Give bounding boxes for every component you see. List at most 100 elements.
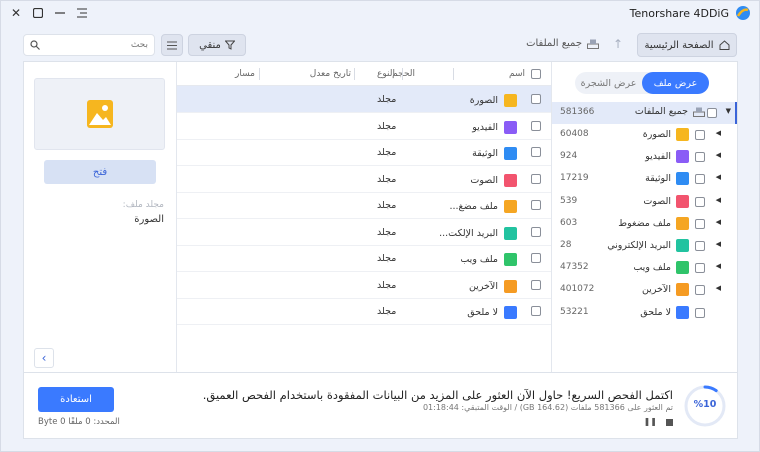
header-path[interactable]: مسار bbox=[235, 69, 255, 79]
row-name: الصورة bbox=[470, 94, 517, 107]
tree-node[interactable]: 17219 الوثيقة ◀ bbox=[552, 168, 737, 190]
stop-icon[interactable] bbox=[666, 419, 673, 426]
header-name[interactable]: اسم bbox=[509, 69, 525, 79]
expand-arrow-icon[interactable]: ◀ bbox=[716, 218, 721, 226]
others-icon bbox=[504, 279, 517, 293]
search-box[interactable] bbox=[23, 34, 155, 56]
tree-node-checkbox[interactable] bbox=[695, 307, 705, 318]
filter-label: منقي bbox=[199, 39, 221, 51]
row-checkbox[interactable] bbox=[531, 279, 541, 290]
tree-node-checkbox[interactable] bbox=[695, 218, 705, 229]
table-row[interactable]: البريد الإلكت... مجلد bbox=[177, 219, 551, 246]
table-row[interactable]: ملف ويب مجلد bbox=[177, 245, 551, 272]
toolbar: منقي جميع الملفات ↑ الصفحة الرئيسية bbox=[1, 33, 759, 59]
breadcrumb[interactable]: جميع الملفات bbox=[526, 38, 599, 49]
tree-node[interactable]: 28 البريد الإلكتروني ◀ bbox=[552, 235, 737, 257]
menu-icon[interactable] bbox=[73, 4, 91, 22]
list-view-button[interactable] bbox=[161, 34, 183, 56]
row-name-label: الفيديو bbox=[472, 121, 498, 133]
recover-button[interactable]: استعادة bbox=[38, 387, 114, 412]
expand-arrow-icon[interactable]: ◀ bbox=[716, 262, 721, 270]
row-checkbox[interactable] bbox=[531, 173, 541, 184]
selected-info: المحدد: 0 ملفًا 0 Byte bbox=[38, 417, 120, 427]
search-input[interactable] bbox=[48, 40, 148, 50]
tab-tree-view[interactable]: عرض الشجرة bbox=[575, 72, 642, 94]
tree-node-label: البريد الإلكتروني bbox=[607, 239, 689, 252]
view-toggle: عرض الشجرة عرض ملف bbox=[575, 72, 709, 94]
maximize-icon[interactable] bbox=[29, 4, 47, 22]
tree-node-checkbox[interactable] bbox=[695, 241, 705, 251]
row-checkbox[interactable] bbox=[531, 200, 541, 210]
table-row[interactable]: ملف مضغ... مجلد bbox=[177, 192, 551, 219]
filter-button[interactable]: منقي bbox=[188, 34, 246, 56]
expand-arrow-icon[interactable]: ◀ bbox=[716, 240, 721, 248]
tree-node[interactable]: 53221 لا ملحق bbox=[552, 302, 737, 324]
table-row[interactable]: الآخرين مجلد bbox=[177, 272, 551, 299]
brand: Tenorshare 4DDiG bbox=[630, 5, 751, 21]
table-row[interactable]: لا ملحق مجلد bbox=[177, 298, 551, 325]
tree-node-checkbox[interactable] bbox=[695, 130, 705, 140]
table-row[interactable]: الصورة مجلد bbox=[177, 86, 551, 113]
collapse-preview-button[interactable]: ‹ bbox=[34, 348, 54, 368]
tree-node[interactable]: 924 الفيديو ◀ bbox=[552, 146, 737, 168]
expand-arrow-icon[interactable]: ◀ bbox=[716, 173, 721, 181]
table-row[interactable]: الوثيقة مجلد bbox=[177, 139, 551, 166]
tree-node-checkbox[interactable] bbox=[695, 152, 705, 163]
header-divider[interactable] bbox=[259, 68, 260, 80]
folder-meta-label: مجلد ملف: bbox=[122, 200, 164, 210]
expand-arrow-icon[interactable]: ◀ bbox=[716, 284, 721, 292]
row-checkbox[interactable] bbox=[531, 253, 541, 263]
home-button[interactable]: الصفحة الرئيسية bbox=[637, 33, 737, 57]
tree-node[interactable]: 401072 الآخرين ◀ bbox=[552, 279, 737, 301]
video-icon bbox=[504, 120, 517, 134]
row-checkbox[interactable] bbox=[531, 226, 541, 237]
tree-pane: عرض الشجرة عرض ملف 581366 جميع الملفات ▼… bbox=[552, 62, 737, 372]
up-arrow-icon[interactable]: ↑ bbox=[613, 37, 623, 51]
select-all-checkbox[interactable] bbox=[531, 69, 541, 79]
tree-node-count: 581366 bbox=[560, 107, 595, 117]
table-row[interactable]: الصوت مجلد bbox=[177, 166, 551, 193]
header-divider[interactable] bbox=[354, 68, 355, 80]
tree-node-all-files[interactable]: 581366 جميع الملفات ▼ bbox=[552, 102, 737, 124]
row-checkbox[interactable] bbox=[531, 306, 541, 316]
tree-node-count: 539 bbox=[560, 195, 578, 206]
row-checkbox[interactable] bbox=[531, 94, 541, 104]
row-name: الآخرين bbox=[469, 279, 517, 293]
header-type[interactable]: النوع bbox=[377, 69, 395, 79]
header-divider[interactable] bbox=[453, 68, 454, 80]
expand-arrow-icon[interactable]: ◀ bbox=[716, 196, 721, 204]
close-icon[interactable]: ✕ bbox=[7, 4, 25, 22]
image-icon bbox=[86, 100, 113, 128]
row-type: مجلد bbox=[377, 200, 397, 211]
image-icon bbox=[676, 128, 689, 141]
expand-arrow-icon[interactable]: ◀ bbox=[716, 129, 721, 137]
tree-node[interactable]: 603 ملف مضغوط ◀ bbox=[552, 213, 737, 235]
expand-arrow-icon[interactable]: ▼ bbox=[726, 107, 731, 115]
tree-node-checkbox[interactable] bbox=[695, 285, 705, 296]
header-divider[interactable] bbox=[402, 68, 403, 80]
row-type: مجلد bbox=[377, 120, 397, 132]
tree-node-count: 924 bbox=[560, 151, 578, 162]
row-type: مجلد bbox=[377, 147, 397, 158]
document-icon bbox=[504, 147, 517, 160]
table-row[interactable]: الفيديو مجلد bbox=[177, 113, 551, 140]
header-modified[interactable]: تاريخ معدل bbox=[310, 69, 351, 79]
home-icon bbox=[719, 40, 729, 50]
tree-node-checkbox[interactable] bbox=[695, 263, 705, 274]
minimize-icon[interactable] bbox=[51, 4, 69, 22]
tree-node-checkbox[interactable] bbox=[695, 174, 705, 185]
expand-arrow-icon[interactable]: ◀ bbox=[716, 151, 721, 159]
open-button[interactable]: فتح bbox=[44, 160, 156, 184]
table-header: اسم الحجم النوع تاريخ معدل مسار bbox=[177, 62, 551, 86]
row-checkbox[interactable] bbox=[531, 120, 541, 131]
breadcrumb-label: جميع الملفات bbox=[526, 38, 582, 49]
tree-node-checkbox[interactable] bbox=[695, 196, 705, 207]
tab-file-view[interactable]: عرض ملف bbox=[642, 72, 709, 94]
tree-node[interactable]: 60408 الصورة ◀ bbox=[552, 124, 737, 146]
row-checkbox[interactable] bbox=[531, 147, 541, 157]
tree-root-checkbox[interactable] bbox=[707, 108, 717, 118]
pause-icon[interactable]: ❚❚ bbox=[644, 417, 657, 426]
tree-node[interactable]: 47352 ملف ويب ◀ bbox=[552, 257, 737, 279]
header-size[interactable]: الحجم bbox=[392, 69, 415, 79]
tree-node[interactable]: 539 الصوت ◀ bbox=[552, 191, 737, 213]
